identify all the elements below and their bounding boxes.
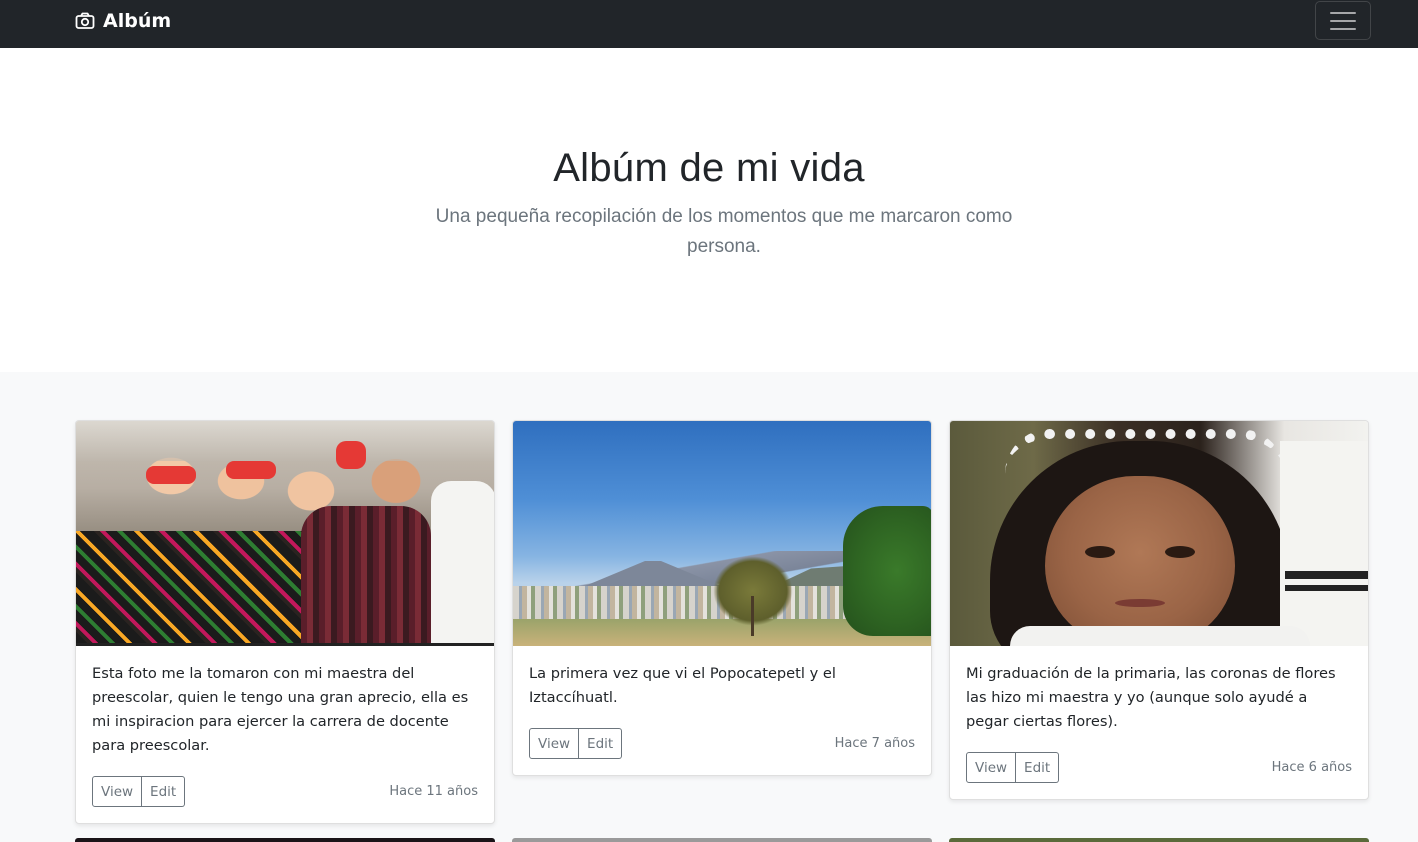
view-button[interactable]: View (966, 752, 1017, 783)
card-body: Mi graduación de la primaria, las corona… (950, 646, 1368, 799)
card-body: La primera vez que vi el Popocatepetl y … (513, 646, 931, 775)
camera-icon (75, 12, 95, 29)
card-photo-preschool (76, 421, 494, 646)
navbar: Albúm (0, 0, 1418, 48)
hamburger-icon (1330, 11, 1356, 14)
edit-button[interactable]: Edit (1016, 752, 1060, 783)
card-footer: View Edit Hace 7 años (529, 728, 915, 759)
navbar-toggler-button[interactable] (1315, 1, 1371, 40)
card-footer: View Edit Hace 6 años (966, 752, 1352, 783)
card-text: La primera vez que vi el Popocatepetl y … (529, 665, 836, 706)
view-button[interactable]: View (92, 776, 143, 807)
hamburger-icon-bar (1330, 27, 1356, 30)
card-button-group: View Edit (92, 776, 186, 807)
edit-button[interactable]: Edit (579, 728, 623, 759)
card-text: Mi graduación de la primaria, las corona… (966, 665, 1336, 730)
page-title: Albúm de mi vida (553, 146, 865, 190)
hamburger-icon-bar (1330, 19, 1356, 22)
card-photo-volcanoes (513, 421, 931, 646)
card-button-group: View Edit (966, 752, 1060, 783)
album-card: Esta foto me la tomaron con mi maestra d… (75, 420, 495, 824)
edit-button[interactable]: Edit (142, 776, 186, 807)
card-photo-graduation (950, 421, 1368, 646)
card-text: Esta foto me la tomaron con mi maestra d… (92, 665, 469, 754)
card-body: Esta foto me la tomaron con mi maestra d… (76, 646, 494, 823)
card-time: Hace 6 años (1271, 760, 1352, 775)
brand-link[interactable]: Albúm (75, 10, 171, 32)
hero-section: Albúm de mi vida Una pequeña recopilació… (0, 48, 1418, 372)
album-card-partial (512, 838, 932, 842)
card-footer: View Edit Hace 11 años (92, 776, 478, 807)
card-button-group: View Edit (529, 728, 623, 759)
album-card-partial (949, 838, 1369, 842)
card-time: Hace 11 años (389, 784, 478, 799)
page-lead: Una pequeña recopilación de los momentos… (435, 206, 1013, 257)
album-card: Mi graduación de la primaria, las corona… (949, 420, 1369, 800)
view-button[interactable]: View (529, 728, 580, 759)
album-card-partial (75, 838, 495, 842)
brand-name: Albúm (103, 10, 172, 32)
album-card: La primera vez que vi el Popocatepetl y … (512, 420, 932, 776)
card-time: Hace 7 años (834, 736, 915, 751)
